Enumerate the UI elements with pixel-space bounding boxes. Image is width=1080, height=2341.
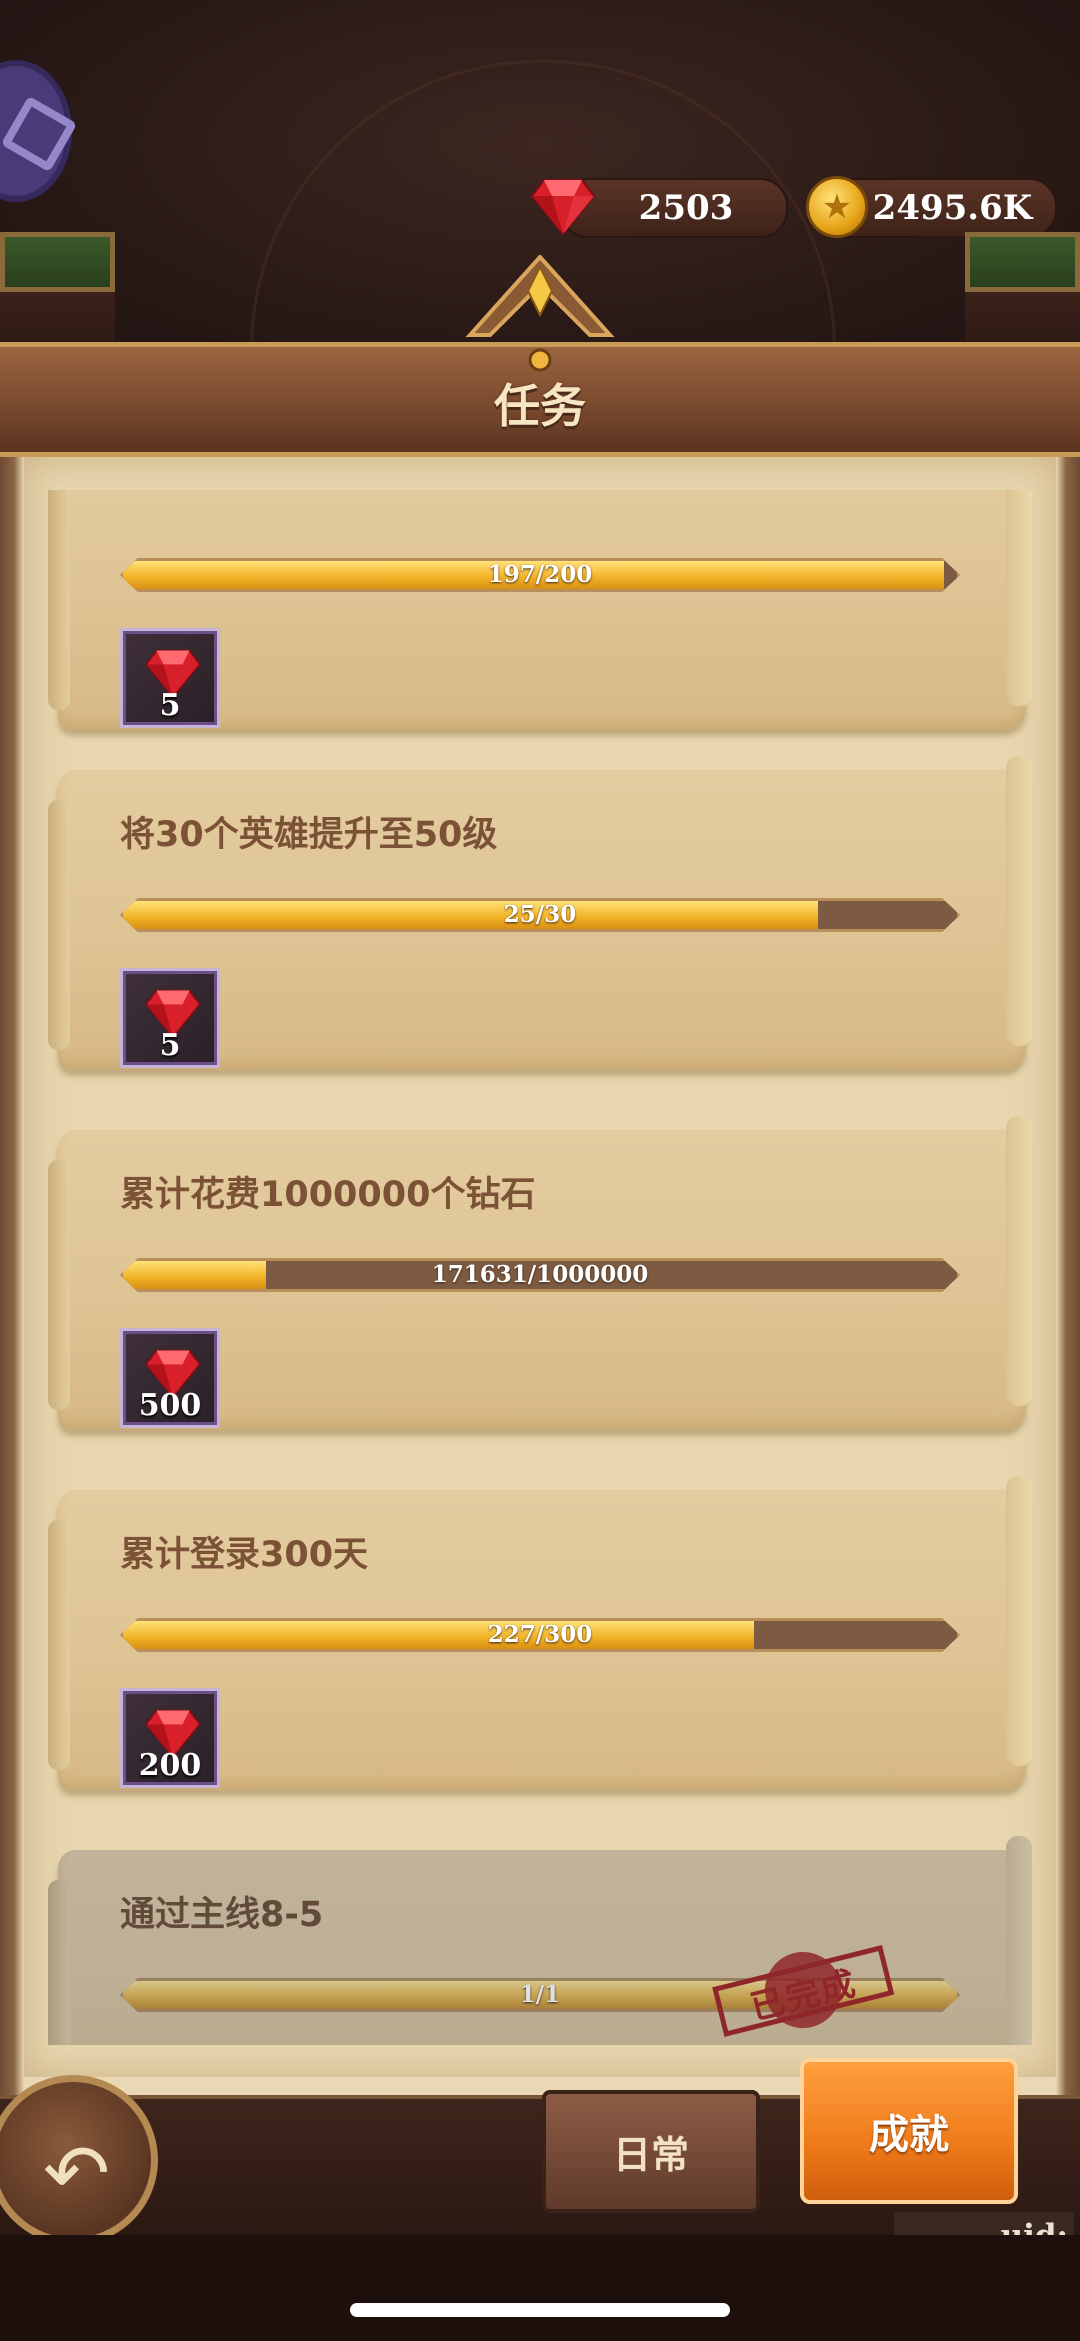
task-card: 将30个英雄提升至50级 25/30 5 xyxy=(48,756,1032,1070)
page-title: 任务 xyxy=(494,379,586,433)
tab-achievement[interactable]: 成就 xyxy=(800,2058,1018,2204)
footer-strip xyxy=(0,2235,1080,2341)
progress-bar: 171631/1000000 xyxy=(120,1258,960,1292)
progress-bar: 227/300 xyxy=(120,1618,960,1652)
right-pillar-cap xyxy=(965,232,1080,292)
gem-icon xyxy=(530,179,596,236)
gold-count: 2495.6K xyxy=(872,188,1033,228)
progress-bar: 25/30 xyxy=(120,898,960,932)
progress-text: 197/200 xyxy=(487,561,593,588)
gold-coin-icon xyxy=(806,176,868,238)
task-title: 累计登录300天 xyxy=(120,1535,369,1575)
reward-quantity: 200 xyxy=(138,1748,202,1783)
reward-item[interactable]: 500 xyxy=(120,1328,220,1428)
reward-quantity: 5 xyxy=(159,688,181,723)
left-pillar-cap xyxy=(0,232,115,292)
task-card: 累计登录300天 227/300 200 xyxy=(48,1476,1032,1790)
task-card-completed: 通过主线8-5 1/1 已完成 xyxy=(48,1836,1032,2045)
task-list[interactable]: 197/200 5 将30个英雄提升至50级 25/30 5 累计花费10000… xyxy=(0,490,1080,2045)
back-arrow-icon: ↶ xyxy=(43,2127,111,2220)
settings-hex-icon xyxy=(0,95,78,173)
tab-daily[interactable]: 日常 xyxy=(542,2090,760,2213)
task-title: 通过主线8-5 xyxy=(120,1895,324,1935)
reward-item[interactable]: 5 xyxy=(120,628,220,728)
crest-ornament-icon xyxy=(465,255,615,372)
task-card: 累计花费1000000个钻石 171631/1000000 500 xyxy=(48,1116,1032,1430)
reward-quantity: 5 xyxy=(159,1028,181,1063)
task-title: 累计花费1000000个钻石 xyxy=(120,1175,536,1215)
task-title: 将30个英雄提升至50级 xyxy=(120,815,498,855)
gem-count: 2503 xyxy=(638,188,734,228)
home-indicator[interactable] xyxy=(350,2303,730,2317)
progress-text: 25/30 xyxy=(503,901,577,928)
reward-item[interactable]: 5 xyxy=(120,968,220,1068)
progress-text: 171631/1000000 xyxy=(431,1261,649,1288)
progress-text: 227/300 xyxy=(487,1621,593,1648)
progress-bar: 197/200 xyxy=(120,558,960,592)
reward-quantity: 500 xyxy=(138,1388,202,1423)
task-card: 197/200 5 xyxy=(48,490,1032,730)
reward-item[interactable]: 200 xyxy=(120,1688,220,1788)
